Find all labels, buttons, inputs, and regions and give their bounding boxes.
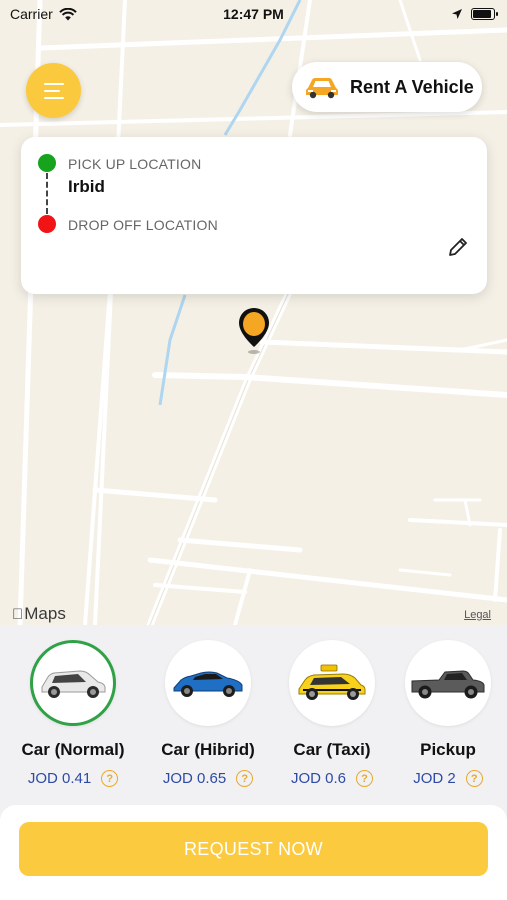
white-hatchback-icon (41, 670, 106, 698)
vehicle-image-frame (30, 640, 116, 726)
legal-link[interactable]: Legal (464, 609, 491, 621)
price-row: JOD 0.65 ? (143, 770, 273, 787)
help-icon[interactable]: ? (101, 770, 119, 787)
vehicle-name: Car (Taxi) (293, 740, 371, 759)
wifi-icon (59, 7, 77, 20)
route-connector (46, 173, 48, 214)
map-pin-icon (239, 308, 269, 354)
vehicle-image-frame (405, 640, 491, 726)
rent-vehicle-label: Rent A Vehicle (350, 76, 474, 97)
price-row: JOD 2 ? (383, 770, 507, 787)
pickup-dot-icon (38, 154, 56, 172)
vehicle-option-car-taxi[interactable]: Car (Taxi) JOD 0.6 ? (267, 640, 397, 787)
vehicle-name: Pickup (420, 740, 476, 759)
help-icon[interactable]: ? (236, 770, 254, 787)
apple-logo-icon:  (12, 606, 23, 623)
car-icon (306, 78, 338, 99)
request-now-button[interactable]: REQUEST NOW (19, 822, 488, 876)
hamburger-line (43, 96, 64, 99)
vehicle-option-car-normal[interactable]: Car (Normal) JOD 0.41 ? (8, 640, 138, 787)
vehicle-price: JOD 2 (413, 770, 456, 787)
dropoff-location-field[interactable]: DROP OFF LOCATION (68, 217, 218, 233)
location-card: PICK UP LOCATION Irbid DROP OFF LOCATION (21, 137, 487, 294)
dropoff-dot-icon (38, 215, 56, 233)
vehicle-price: JOD 0.6 (290, 770, 347, 787)
hamburger-line (43, 89, 60, 92)
vehicle-name: Car (Hibrid) (161, 740, 255, 759)
vehicle-price: JOD 0.41 (27, 770, 92, 787)
rent-vehicle-button[interactable]: Rent A Vehicle (292, 62, 482, 112)
vehicle-list: Car (Normal) JOD 0.41 ? Car (Hibrid) JOD… (0, 640, 507, 810)
blue-sedan-icon (173, 671, 243, 697)
carrier-label: Carrier (10, 6, 53, 22)
hamburger-line (43, 82, 64, 85)
pickup-location-field[interactable]: Irbid (68, 177, 105, 197)
vehicle-option-car-hibrid[interactable]: Car (Hibrid) JOD 0.65 ? (143, 640, 273, 787)
yellow-taxi-icon (298, 664, 366, 700)
location-arrow-icon (452, 9, 462, 19)
pickup-label: PICK UP LOCATION (68, 156, 202, 172)
help-icon[interactable]: ? (356, 770, 374, 787)
battery-icon (471, 8, 498, 20)
vehicle-name: Car (Normal) (21, 740, 125, 759)
edit-pencil-icon[interactable] (447, 236, 469, 258)
vehicle-price: JOD 0.65 (162, 770, 227, 787)
price-row: JOD 0.41 ? (8, 770, 138, 787)
request-footer: REQUEST NOW (0, 805, 507, 900)
vehicle-image-frame (289, 640, 375, 726)
status-bar: Carrier 12:47 PM (0, 0, 507, 28)
maps-attribution:  Maps (12, 604, 66, 623)
vehicle-image-frame (165, 640, 251, 726)
menu-button[interactable] (26, 63, 81, 118)
vehicle-option-pickup[interactable]: Pickup JOD 2 ? (383, 640, 507, 787)
price-row: JOD 0.6 ? (267, 770, 397, 787)
help-icon[interactable]: ? (465, 770, 483, 787)
pickup-truck-icon (411, 670, 485, 699)
